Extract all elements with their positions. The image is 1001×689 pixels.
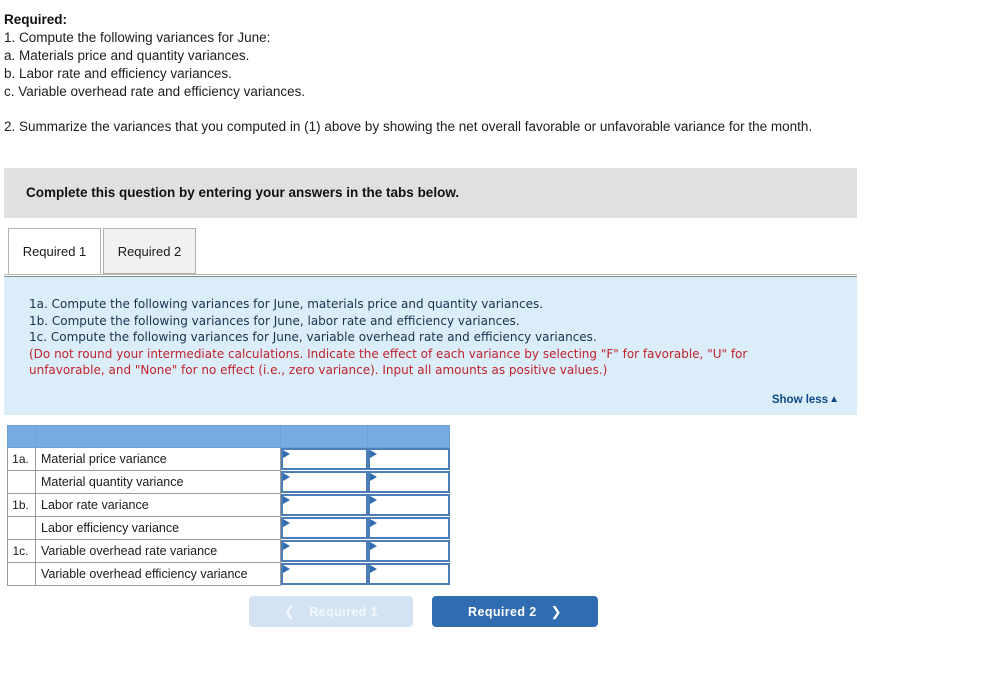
row-amount-cell	[281, 494, 368, 517]
cell-flag-icon	[283, 519, 290, 527]
table-row: 1a. Material price variance	[7, 447, 450, 471]
complete-question-banner-text: Complete this question by entering your …	[26, 185, 460, 200]
row-label: Labor rate variance	[35, 493, 281, 517]
required-line-c: c. Variable overhead rate and efficiency…	[4, 84, 306, 99]
row-effect-cell	[367, 563, 450, 586]
cell-flag-icon	[283, 496, 290, 504]
effect-input[interactable]	[367, 540, 450, 562]
row-index	[7, 516, 36, 540]
required-line-2: 2. Summarize the variances that you comp…	[4, 119, 813, 134]
required-line-1: 1. Compute the following variances for J…	[4, 30, 271, 45]
cell-flag-icon	[369, 542, 377, 550]
show-less-label: Show less	[771, 394, 829, 406]
prev-required-1-button[interactable]: ❮ Required 1	[249, 596, 413, 627]
cell-flag-icon	[369, 496, 377, 504]
caret-up-icon: ▲	[829, 394, 839, 405]
complete-question-banner: Complete this question by entering your …	[4, 168, 857, 218]
table-row: Variable overhead efficiency variance	[7, 562, 450, 586]
row-label: Material quantity variance	[35, 470, 281, 494]
next-required-2-label: Required 2	[468, 604, 537, 619]
tab-nav-buttons: ❮ Required 1 Required 2 ❯	[0, 596, 1001, 628]
variance-answer-table: 1a. Material price variance Material qua…	[7, 425, 450, 586]
table-header-row	[7, 425, 450, 448]
prev-required-1-label: Required 1	[309, 604, 378, 619]
row-effect-cell	[367, 517, 450, 540]
info-line-1b: 1b. Compute the following variances for …	[29, 313, 520, 328]
row-effect-cell	[367, 448, 450, 471]
header-cell-effect	[367, 425, 450, 448]
effect-input[interactable]	[367, 471, 450, 493]
table-row: Material quantity variance	[7, 470, 450, 494]
amount-input[interactable]	[281, 517, 368, 539]
required-line-a: a. Materials price and quantity variance…	[4, 48, 250, 63]
info-note-line-1: (Do not round your intermediate calculat…	[29, 346, 748, 361]
tab-strip: Required 1 Required 2	[0, 228, 857, 275]
amount-input[interactable]	[281, 448, 368, 471]
cell-flag-icon	[283, 473, 290, 481]
chevron-left-icon: ❮	[284, 603, 296, 619]
row-label: Material price variance	[35, 447, 281, 471]
row-index	[7, 470, 36, 494]
required-heading: Required:	[4, 12, 68, 27]
question-info-text: 1a. Compute the following variances for …	[29, 296, 747, 379]
row-amount-cell	[281, 448, 368, 471]
cell-flag-icon	[369, 450, 377, 459]
row-label: Labor efficiency variance	[35, 516, 281, 540]
row-index: 1c.	[7, 539, 36, 563]
row-index	[7, 562, 36, 586]
row-index: 1b.	[7, 493, 36, 517]
amount-input[interactable]	[281, 540, 368, 562]
required-line-b: b. Labor rate and efficiency variances.	[4, 66, 232, 81]
table-row: 1b. Labor rate variance	[7, 493, 450, 517]
tab-required-2-label: Required 2	[117, 244, 182, 259]
row-effect-cell	[367, 471, 450, 494]
effect-input[interactable]	[367, 494, 450, 516]
effect-input[interactable]	[367, 448, 450, 471]
info-line-1c: 1c. Compute the following variances for …	[29, 330, 597, 344]
table-row: 1c. Variable overhead rate variance	[7, 539, 450, 563]
row-effect-cell	[367, 540, 450, 563]
cell-flag-icon	[283, 542, 290, 550]
effect-input[interactable]	[367, 517, 450, 539]
row-amount-cell	[281, 517, 368, 540]
amount-input[interactable]	[281, 471, 368, 493]
cell-flag-icon	[283, 565, 290, 573]
row-amount-cell	[281, 563, 368, 586]
tab-required-1-label: Required 1	[22, 244, 87, 259]
row-effect-cell	[367, 494, 450, 517]
table-row: Labor efficiency variance	[7, 516, 450, 540]
cell-flag-icon	[369, 565, 377, 573]
next-required-2-button[interactable]: Required 2 ❯	[432, 596, 598, 627]
chevron-right-icon: ❯	[550, 603, 562, 619]
required-prompt-block: Required: 1. Compute the following varia…	[4, 11, 964, 136]
variance-answer-table-body: 1a. Material price variance Material qua…	[7, 425, 450, 586]
show-less-link[interactable]: Show less▲	[772, 394, 839, 406]
info-note-line-2: unfavorable, and "None" for no effect (i…	[29, 363, 608, 377]
question-info-panel: 1a. Compute the following variances for …	[4, 276, 857, 415]
tab-required-1[interactable]: Required 1	[8, 228, 101, 274]
row-index: 1a.	[7, 447, 36, 471]
row-amount-cell	[281, 471, 368, 494]
row-label: Variable overhead efficiency variance	[35, 562, 281, 586]
cell-flag-icon	[283, 450, 290, 459]
amount-input[interactable]	[281, 494, 368, 516]
header-cell-index	[7, 425, 36, 448]
info-line-1a: 1a. Compute the following variances for …	[29, 297, 544, 311]
required-spacer	[4, 101, 964, 118]
row-label: Variable overhead rate variance	[35, 539, 281, 563]
row-amount-cell	[281, 540, 368, 563]
amount-input[interactable]	[281, 563, 368, 585]
tab-required-2[interactable]: Required 2	[103, 228, 196, 274]
cell-flag-icon	[369, 519, 377, 527]
effect-input[interactable]	[367, 563, 450, 585]
header-cell-amount	[280, 425, 368, 448]
cell-flag-icon	[369, 473, 377, 481]
header-cell-label	[35, 425, 281, 448]
tab-baseline	[4, 274, 857, 275]
